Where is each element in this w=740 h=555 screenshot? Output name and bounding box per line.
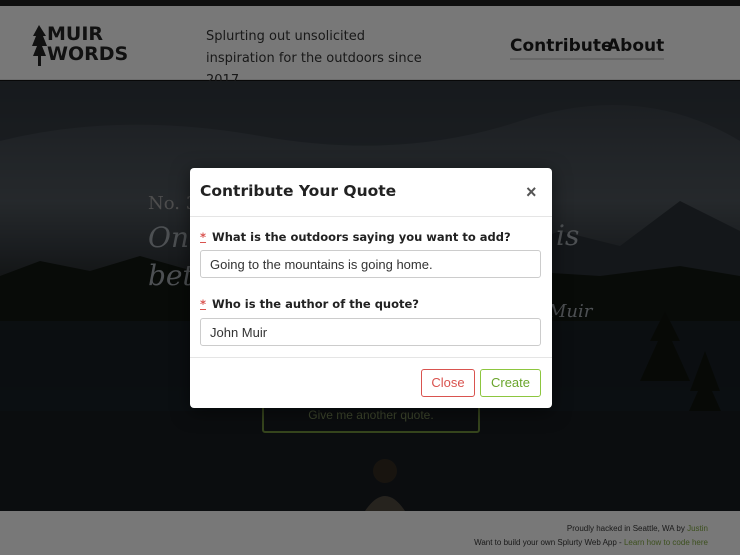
close-icon[interactable]: ×: [526, 182, 537, 202]
quote-field-label-text: What is the outdoors saying you want to …: [212, 230, 511, 244]
create-button[interactable]: Create: [480, 369, 541, 397]
required-marker: *: [200, 230, 207, 244]
close-button[interactable]: Close: [421, 369, 475, 397]
modal-header-divider: [190, 216, 552, 217]
quote-input[interactable]: [200, 250, 541, 278]
author-input[interactable]: [200, 318, 541, 346]
author-field-label: * Who is the author of the quote?: [200, 297, 419, 311]
contribute-modal: Contribute Your Quote × * What is the ou…: [190, 168, 552, 408]
required-marker: *: [200, 297, 207, 311]
author-field-label-text: Who is the author of the quote?: [212, 297, 419, 311]
modal-footer-divider: [190, 357, 552, 358]
modal-title: Contribute Your Quote: [200, 182, 397, 200]
quote-field-label: * What is the outdoors saying you want t…: [200, 230, 511, 244]
